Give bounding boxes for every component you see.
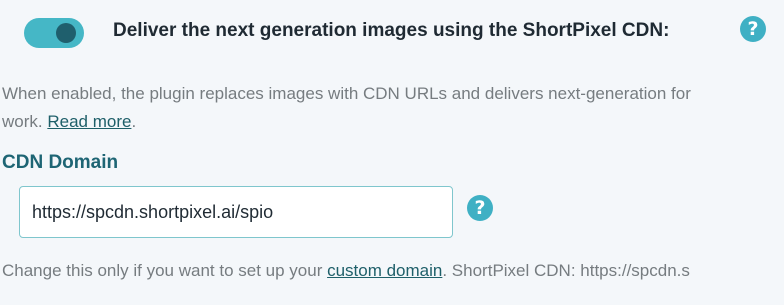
read-more-link[interactable]: Read more (47, 112, 131, 131)
help-text-suffix: . ShortPixel CDN: https://spcdn.s (442, 261, 690, 280)
question-mark-icon[interactable]: ? (740, 16, 766, 42)
custom-domain-link[interactable]: custom domain (327, 261, 442, 280)
toggle-knob (56, 23, 76, 43)
cdn-domain-help-text: Change this only if you want to set up y… (2, 257, 784, 285)
help-text-prefix: Change this only if you want to set up y… (2, 261, 328, 280)
cdn-domain-input[interactable] (19, 186, 453, 238)
description-line-1: When enabled, the plugin replaces images… (2, 84, 691, 103)
description-line-2: work. Read more. (2, 108, 784, 136)
cdn-domain-label: CDN Domain (2, 152, 119, 173)
description-line-2-prefix: work. (2, 112, 48, 131)
cdn-toggle-switch[interactable] (24, 18, 84, 48)
question-mark-icon[interactable]: ? (467, 195, 493, 221)
cdn-setting-description: When enabled, the plugin replaces images… (2, 80, 784, 136)
cdn-setting-title: Deliver the next generation images using… (113, 20, 670, 41)
description-line-2-suffix: . (131, 112, 137, 131)
